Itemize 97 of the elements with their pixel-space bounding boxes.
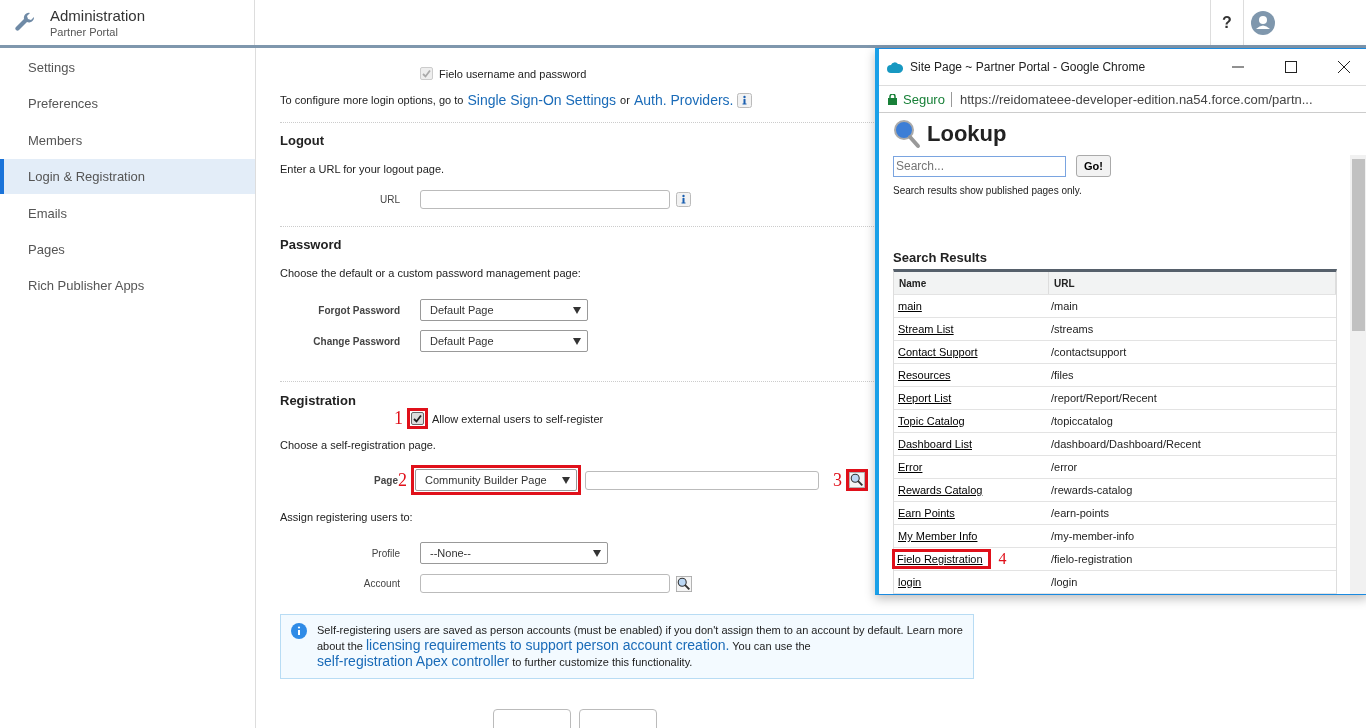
column-header: Name [894,272,1049,294]
lock-icon [888,93,897,105]
info-icon [291,623,307,639]
secure-label: Seguro [903,91,945,107]
section-description: Choose the default or a custom password management page: [280,267,581,279]
footer-button[interactable] [493,709,571,728]
sidebar-item[interactable]: Pages [0,231,255,267]
field-label: Account [362,578,400,589]
checkbox-label: Allow external users to self-register [432,412,604,425]
field-label: Change Password [312,335,400,347]
page-link[interactable]: My Member Info [898,530,978,542]
search-note: Search results show published pages only. [893,185,1082,196]
page-link[interactable]: login [898,576,922,588]
address-bar[interactable]: https://reidomateee-developer-edition.na54.force.com/partn... [950,91,1313,107]
info-icon[interactable] [737,92,753,108]
url-cell-text: /report/Report/Recent [1050,392,1158,404]
avatar-icon[interactable] [1251,10,1275,35]
sso-settings-link[interactable]: Single Sign-On Settings [467,92,617,108]
sidebar-item[interactable]: Login & Registration [0,159,255,195]
sidebar-item[interactable]: Members [0,122,255,158]
sidebar-item[interactable]: Emails [0,195,255,231]
url-cell-text: /fielo-registration [1050,553,1134,565]
section-description: Assign registering users to: [280,511,413,523]
lookup-heading: Lookup [927,121,1007,147]
search-field[interactable]: Search... [893,155,1066,177]
page-link[interactable]: main [898,300,922,312]
info-icon[interactable] [676,192,691,207]
magnifier-icon [893,119,921,149]
caret-icon [573,306,581,314]
maximize-icon[interactable] [1285,61,1297,73]
sidebar-item[interactable]: Settings [0,50,255,85]
annotation-number: 3 [833,469,842,491]
go-button[interactable]: Go! [1076,155,1111,177]
page-field[interactable] [585,470,819,490]
page-link[interactable]: Earn Points [898,507,955,519]
or-text: or [620,94,630,106]
apex-controller-link[interactable]: self-registration Apex controller [317,653,510,669]
caret-icon [593,549,601,557]
url-field[interactable] [420,190,670,209]
page-dropdown[interactable]: Default Page [420,330,588,352]
help-button[interactable]: ? [1210,0,1244,45]
page-link[interactable]: Contact Support [898,346,978,358]
annotation-number: 1 [394,408,403,429]
column-header: URL [1049,272,1336,294]
section-title: Password [280,237,342,252]
annotation-number: 4 [998,550,1007,568]
url-cell-text: /files [1050,369,1075,381]
caret-icon [562,476,570,484]
results-title: Search Results [893,250,988,265]
page-link[interactable]: Fielo Registration [897,553,983,565]
cloud-icon [887,61,903,73]
app-subtitle: Partner Portal [50,26,119,38]
page-link[interactable]: Topic Catalog [898,415,965,427]
login-options-text: To configure more login options, go to [280,94,464,106]
field-label: URL [379,194,400,205]
profile-dropdown[interactable]: --None-- [420,542,608,564]
page-link[interactable]: Rewards Catalog [898,484,983,496]
section-description: Choose a self-registration page. [280,439,436,451]
page-link[interactable]: Dashboard List [898,438,972,450]
page-dropdown[interactable]: Default Page [420,299,588,321]
section-description: Enter a URL for your logout page. [280,163,445,175]
close-icon[interactable] [1338,61,1350,73]
url-cell-text: /rewards-catalog [1050,484,1134,496]
checkbox-label: Fielo username and password [439,67,587,80]
url-cell-text: /earn-points [1050,507,1111,519]
url-cell-text: /topiccatalog [1050,415,1114,427]
url-cell-text: /login [1050,576,1079,588]
url-cell-text: /error [1050,461,1079,473]
url-cell-text: /main [1050,300,1079,312]
url-cell-text: /dashboard/Dashboard/Recent [1050,438,1202,450]
url-cell-text: /streams [1050,323,1095,335]
footer-button[interactable] [579,709,657,728]
field-label: Profile [370,547,400,559]
app-title: Administration [50,7,146,24]
sidebar-item[interactable]: Rich Publisher Apps [0,268,255,304]
page-link[interactable]: Error [898,461,923,473]
account-field[interactable] [420,574,670,593]
auth-providers-link[interactable]: Auth. Providers. [633,92,734,108]
url-cell-text: /contactsupport [1050,346,1128,358]
info-text: Self-registering users are saved as person accounts (must be enabled) if you don't assign them to an account by default. Learn more about the licensing requirements to support person account creation. You can use the self-registration Apex controller to further customize this functionality. [317,623,963,670]
page-link[interactable]: Resources [898,369,951,381]
caret-icon [573,337,581,345]
window-title: Site Page ~ Partner Portal - Google Chrome [910,60,1147,74]
url-cell-text: /my-member-info [1050,530,1136,542]
licensing-link[interactable]: licensing requirements to support person account creation. [365,637,730,653]
page-link[interactable]: Report List [898,392,952,404]
page-type-dropdown[interactable]: Community Builder Page [415,469,577,491]
scrollbar[interactable] [1350,155,1366,594]
field-label: Forgot Password [317,304,400,316]
field-label: Page [373,474,398,486]
page-link[interactable]: Stream List [898,323,954,335]
section-title: Logout [280,133,325,148]
annotation-number: 2 [398,469,407,491]
wrench-icon [14,11,36,34]
sidebar-item[interactable]: Preferences [0,86,255,122]
lookup-icon[interactable] [676,575,692,592]
section-title: Registration [280,393,356,408]
